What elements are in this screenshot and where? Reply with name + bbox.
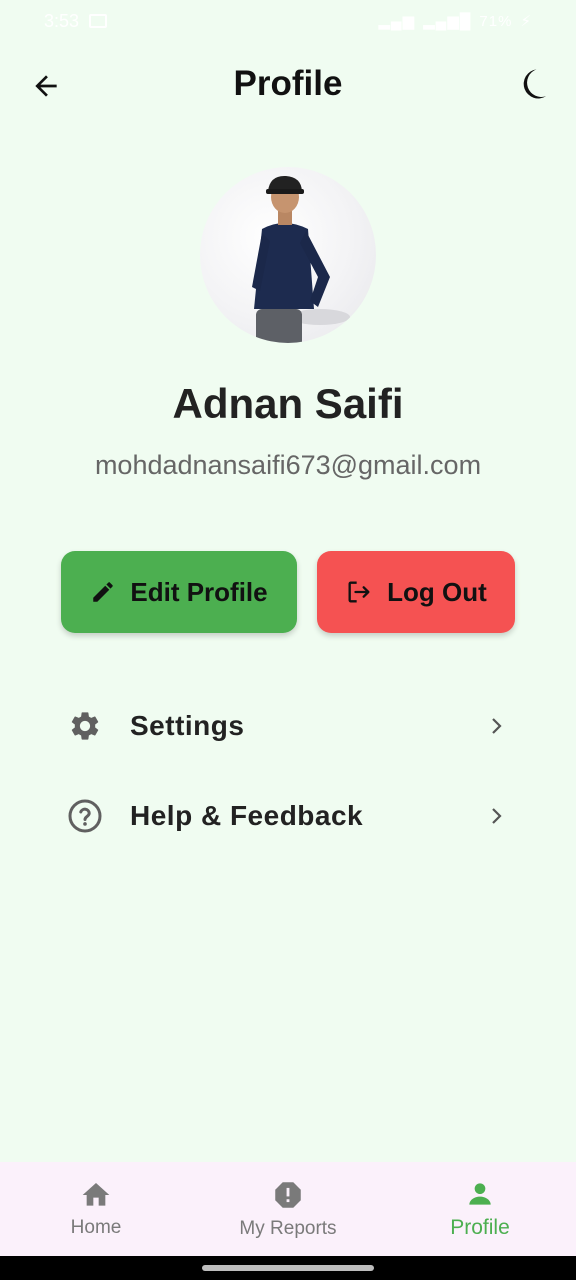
bottom-navigation: Home My Reports Profile <box>0 1162 576 1256</box>
help-feedback-label: Help & Feedback <box>130 800 364 831</box>
nav-profile[interactable]: Profile <box>384 1162 576 1256</box>
status-bar: 3:53 ▂▄▆ ▂▄▆█ 71% ⚡ <box>0 0 576 42</box>
gesture-handle[interactable] <box>202 1265 374 1271</box>
nav-profile-label: Profile <box>450 1216 510 1239</box>
charging-icon: ⚡ <box>520 13 532 30</box>
nav-home-label: Home <box>70 1217 122 1238</box>
page-title: Profile <box>233 64 343 103</box>
signal-icon: ▂▄▆█ <box>423 13 472 30</box>
system-navigation-bar <box>0 1256 576 1280</box>
app-bar: Profile <box>0 52 576 116</box>
edit-profile-button[interactable]: Edit Profile <box>61 551 297 633</box>
dark-mode-toggle[interactable] <box>514 64 554 104</box>
back-button[interactable] <box>26 66 66 106</box>
avatar <box>200 167 376 343</box>
arrow-left-icon <box>35 75 57 97</box>
nav-home[interactable]: Home <box>0 1162 192 1256</box>
menu-item-settings[interactable]: Settings <box>60 691 516 761</box>
avatar-photo <box>252 175 350 343</box>
person-icon <box>469 1183 491 1205</box>
gear-icon <box>60 709 110 743</box>
wifi-icon: ▂▄▆ <box>378 13 416 30</box>
user-email: mohdadnansaifi673@gmail.com <box>94 450 482 480</box>
status-time: 3:53 <box>44 10 80 31</box>
log-out-label: Log Out <box>387 576 487 607</box>
settings-label: Settings <box>130 710 245 741</box>
nav-my-reports-label: My Reports <box>239 1218 337 1239</box>
moon-icon <box>523 69 547 99</box>
status-right: ▂▄▆ ▂▄▆█ 71% ⚡ <box>378 12 532 31</box>
log-out-button[interactable]: Log Out <box>317 551 515 633</box>
report-icon <box>275 1182 301 1208</box>
chevron-right-icon <box>476 714 516 738</box>
battery-level: 71% <box>479 12 513 30</box>
edit-profile-label: Edit Profile <box>130 576 268 607</box>
chevron-right-icon <box>476 804 516 828</box>
user-name: Adnan Saifi <box>172 380 404 427</box>
pencil-icon <box>93 582 114 602</box>
image-notification-icon <box>89 14 108 28</box>
menu-item-help-feedback[interactable]: Help & Feedback <box>60 781 516 851</box>
home-icon <box>82 1183 110 1206</box>
help-circle-icon <box>60 798 110 834</box>
nav-my-reports[interactable]: My Reports <box>192 1162 384 1256</box>
status-left: 3:53 <box>44 10 108 32</box>
logout-icon <box>348 581 370 603</box>
